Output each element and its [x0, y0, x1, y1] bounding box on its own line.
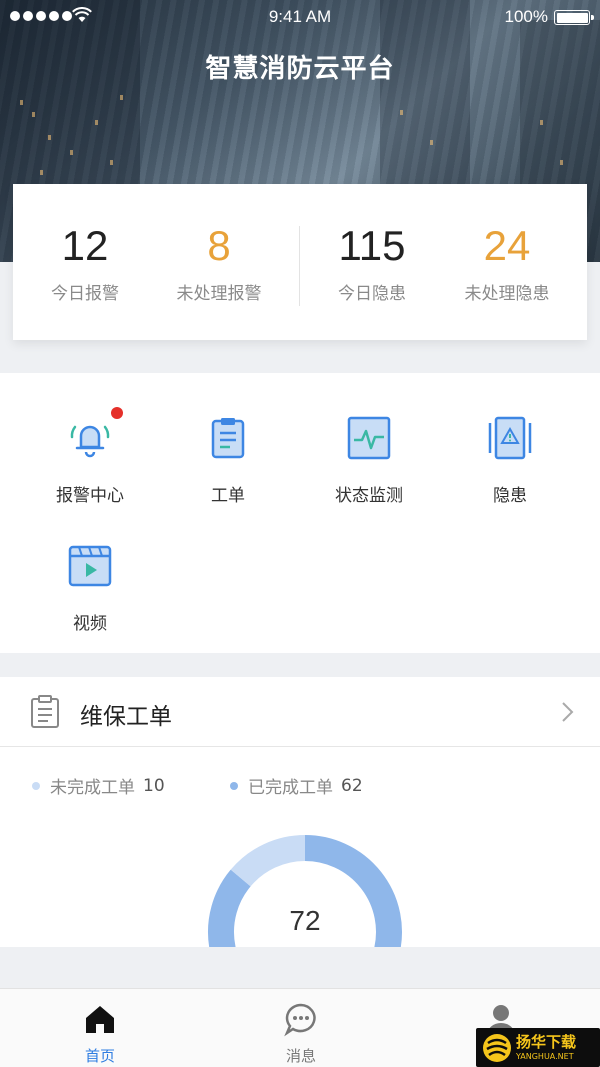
legend-dot [230, 781, 238, 790]
watermark-cn: 扬华下载 [516, 1032, 577, 1051]
menu-item-status-monitoring[interactable]: 状态监测 [299, 415, 439, 506]
menu-item-label: 视频 [73, 614, 107, 634]
donut-slice-incomplete [230, 835, 306, 887]
battery-percent: 100% [504, 7, 548, 26]
tab-label: 首页 [84, 1047, 115, 1065]
stats-card: 12 今日报警 8 未处理报警 115 今日隐患 24 未处理隐患 [13, 184, 587, 340]
tab-messages[interactable]: 消息 [251, 1001, 351, 1066]
stat-unhandled-alarms[interactable]: 8 未处理报警 [149, 184, 289, 304]
stat-label: 今日报警 [51, 284, 119, 304]
stat-value: 8 [207, 222, 231, 269]
stat-today-alarms[interactable]: 12 今日报警 [15, 184, 155, 304]
legend-value: 10 [143, 775, 165, 796]
menu-item-label: 状态监测 [335, 486, 403, 506]
menu-item-label: 工单 [211, 486, 245, 506]
stat-today-hazards[interactable]: 115 今日隐患 [302, 184, 442, 304]
legend-item-complete: 已完成工单 62 [230, 773, 363, 798]
menu-item-label: 隐患 [493, 486, 527, 506]
notification-dot [111, 407, 123, 419]
legend-dot [32, 781, 40, 790]
menu-item-label: 报警中心 [56, 486, 124, 506]
stat-label: 未处理报警 [176, 284, 262, 304]
maintenance-header[interactable]: 维保工单 [0, 677, 600, 747]
chevron-right-icon[interactable] [558, 701, 576, 723]
video-icon [67, 543, 113, 589]
monitor-pulse-icon [346, 415, 392, 461]
maintenance-title: 维保工单 [80, 704, 172, 730]
clipboard-outline-icon [31, 695, 59, 728]
menu-item-hazard[interactable]: 隐患 [440, 415, 580, 506]
stat-unhandled-hazards[interactable]: 24 未处理隐患 [437, 184, 577, 304]
status-bar: 9:41 AM 100% [0, 0, 600, 34]
tab-home[interactable]: 首页 [50, 1001, 150, 1066]
legend-label: 未完成工单 [50, 778, 135, 798]
clipboard-icon [205, 415, 251, 461]
yanghua-logo-icon [483, 1033, 511, 1062]
menu-item-work-order[interactable]: 工单 [158, 415, 298, 506]
donut-total: 72 [289, 905, 321, 936]
legend-value: 62 [341, 775, 363, 796]
feature-menu: 报警中心 工单 状态监测 隐患 视频 [0, 373, 600, 653]
legend-label: 已完成工单 [248, 778, 333, 798]
watermark-logo: 扬华下载 YANGHUA.NET [476, 1028, 600, 1067]
stats-divider [299, 226, 300, 306]
stat-value: 24 [483, 222, 531, 269]
stat-label: 未处理隐患 [464, 284, 550, 304]
battery-icon [554, 10, 594, 25]
menu-item-video[interactable]: 视频 [20, 543, 160, 634]
message-icon [284, 1003, 316, 1037]
stat-value: 115 [338, 222, 406, 269]
tab-label: 消息 [285, 1047, 316, 1065]
watermark-en: YANGHUA.NET [516, 1051, 574, 1061]
stat-label: 今日隐患 [338, 284, 406, 304]
page-title: 智慧消防云平台 [205, 54, 395, 84]
maintenance-panel: 维保工单 未完成工单 10 已完成工单 62 72 [0, 677, 600, 947]
hazard-warning-icon [487, 415, 533, 461]
legend-item-incomplete: 未完成工单 10 [32, 773, 165, 798]
alarm-bell-icon [67, 407, 123, 461]
stat-value: 12 [61, 222, 109, 269]
home-icon [86, 1006, 114, 1033]
menu-item-alarm-center[interactable]: 报警中心 [20, 407, 160, 506]
